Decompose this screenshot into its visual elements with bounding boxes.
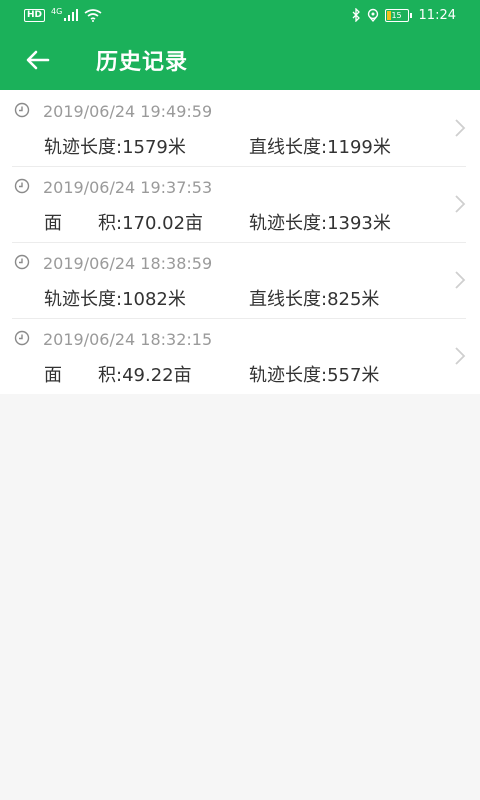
record-time: 2019/06/24 18:38:59 bbox=[43, 254, 213, 273]
location-icon bbox=[367, 8, 378, 22]
status-left: HD 4G bbox=[24, 6, 102, 22]
chevron-right-icon bbox=[455, 271, 466, 289]
chevron-right-icon bbox=[455, 119, 466, 137]
history-item-4[interactable]: 2019/06/24 18:32:15 面 积:49.22亩 轨迹长度:557米 bbox=[0, 318, 480, 394]
hd-badge: HD bbox=[24, 8, 46, 22]
record-time: 2019/06/24 19:37:53 bbox=[43, 178, 213, 197]
back-button[interactable] bbox=[8, 30, 68, 90]
record-time: 2019/06/24 18:32:15 bbox=[43, 330, 213, 349]
history-item-2[interactable]: 2019/06/24 19:37:53 面 积:170.02亩 轨迹长度:139… bbox=[0, 166, 480, 242]
record-metric-2: 轨迹长度:1393米 bbox=[249, 213, 391, 234]
clock-icon bbox=[14, 254, 30, 270]
status-bar: HD 4G 15 11:24 bbox=[0, 0, 480, 30]
app-bar: 历史记录 bbox=[0, 30, 480, 90]
clock-icon bbox=[14, 330, 30, 346]
history-item-3[interactable]: 2019/06/24 18:38:59 轨迹长度:1082米 直线长度:825米 bbox=[0, 242, 480, 318]
chevron-right-icon bbox=[455, 195, 466, 213]
clock-time: 11:24 bbox=[418, 7, 456, 23]
record-metric-1: 面 积:170.02亩 bbox=[44, 213, 204, 234]
record-metric-1: 轨迹长度:1579米 bbox=[44, 137, 186, 158]
record-time: 2019/06/24 19:49:59 bbox=[43, 102, 213, 121]
record-metric-1: 轨迹长度:1082米 bbox=[44, 289, 186, 310]
status-right: 15 11:24 bbox=[351, 8, 456, 23]
history-item-1[interactable]: 2019/06/24 19:49:59 轨迹长度:1579米 直线长度:1199… bbox=[0, 90, 480, 166]
bluetooth-icon bbox=[352, 8, 360, 22]
wifi-icon bbox=[84, 8, 102, 22]
record-metric-2: 轨迹长度:557米 bbox=[249, 365, 380, 386]
battery-level: 15 bbox=[391, 10, 402, 20]
clock-icon bbox=[14, 102, 30, 118]
record-metric-2: 直线长度:1199米 bbox=[249, 137, 391, 158]
history-list: 2019/06/24 19:49:59 轨迹长度:1579米 直线长度:1199… bbox=[0, 90, 480, 394]
record-metric-2: 直线长度:825米 bbox=[249, 289, 380, 310]
network-type: 4G bbox=[51, 6, 63, 16]
chevron-right-icon bbox=[455, 347, 466, 365]
record-metric-1: 面 积:49.22亩 bbox=[44, 365, 192, 386]
arrow-left-icon bbox=[26, 50, 50, 70]
signal-icon bbox=[64, 9, 79, 21]
battery-icon: 15 bbox=[384, 8, 412, 22]
clock-icon bbox=[14, 178, 30, 194]
page-title: 历史记录 bbox=[96, 50, 189, 75]
